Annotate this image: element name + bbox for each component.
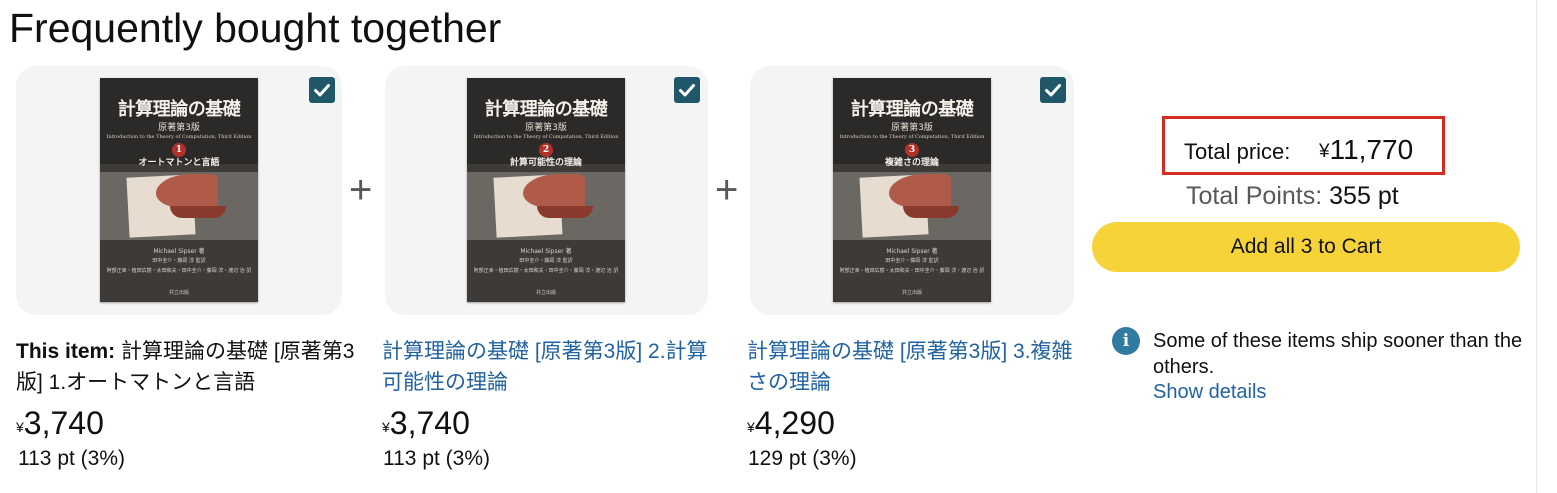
item-points-2: 113 pt (3%)	[383, 447, 490, 470]
plus-separator-1: +	[349, 168, 373, 212]
price-value: 3,740	[23, 405, 104, 441]
cover-translators: 阿部正幸・植田広樹・太田和夫・田中圭介・藤岡 淳・渡辺 治 訳	[106, 268, 252, 274]
total-points-label: Total Points:	[1186, 182, 1323, 210]
book-cover-image[interactable]: 計算理論の基礎 原著第3版 Introduction to the Theory…	[467, 78, 625, 302]
cover-subtitle: 計算可能性の理論	[509, 158, 582, 168]
checkmark-icon	[314, 84, 330, 97]
product-card-2[interactable]: 計算理論の基礎 原著第3版 Introduction to the Theory…	[385, 66, 708, 315]
item-title-1: This item: 計算理論の基礎 [原著第3版] 1.オートマトンと言語	[16, 336, 356, 398]
cover-english-title: Introduction to the Theory of Computatio…	[106, 134, 252, 140]
total-points: Total Points: 355 pt	[1186, 180, 1399, 212]
currency-symbol: ¥	[382, 419, 390, 435]
product-card-3[interactable]: 計算理論の基礎 原著第3版 Introduction to the Theory…	[750, 66, 1074, 315]
cover-title: 計算理論の基礎	[484, 99, 608, 120]
cover-english-title: Introduction to the Theory of Computatio…	[473, 134, 619, 140]
cover-volume-badge: 3	[905, 143, 919, 157]
checkmark-icon	[679, 84, 695, 97]
cover-publisher: 共立出版	[168, 290, 189, 296]
info-icon: i	[1112, 327, 1140, 355]
shipping-note: Some of these items ship sooner than the…	[1153, 330, 1523, 378]
scrollbar-edge	[1536, 0, 1537, 493]
book-cover-image[interactable]: 計算理論の基礎 原著第3版 Introduction to the Theory…	[833, 78, 991, 302]
item-points-1: 113 pt (3%)	[18, 447, 125, 470]
cover-artwork-hull	[537, 206, 593, 218]
cover-publisher: 共立出版	[901, 290, 922, 296]
currency-symbol: ¥	[1319, 141, 1330, 162]
checkmark-icon	[1045, 84, 1061, 97]
item-title-link-3[interactable]: 計算理論の基礎 [原著第3版] 3.複雑さの理論	[747, 336, 1087, 398]
total-points-unit: pt	[1377, 182, 1399, 210]
cover-publisher: 共立出版	[535, 290, 556, 296]
cover-subtitle: 複雑さの理論	[884, 158, 939, 168]
cover-supervisors: 田中圭介・藤岡 淳 監訳	[152, 258, 206, 264]
cover-supervisors: 田中圭介・藤岡 淳 監訳	[885, 258, 939, 264]
item-checkbox-3[interactable]	[1040, 77, 1066, 103]
cover-translators: 阿部正幸・植田広樹・太田和夫・田中圭介・藤岡 淳・渡辺 治 訳	[839, 268, 985, 274]
plus-separator-2: +	[715, 168, 739, 212]
total-points-value: 355	[1329, 182, 1371, 210]
cover-artwork-sail	[156, 174, 218, 208]
price-value: 3,740	[389, 405, 470, 441]
cover-artwork-hull	[170, 206, 226, 218]
cover-artwork-sail	[889, 174, 951, 208]
cover-artwork-hull	[903, 206, 959, 218]
cover-edition: 原著第3版	[891, 123, 933, 133]
currency-symbol: ¥	[747, 419, 755, 435]
info-glyph: i	[1122, 331, 1130, 351]
cover-translators: 阿部正幸・植田広樹・太田和夫・田中圭介・藤岡 淳・渡辺 治 訳	[473, 268, 619, 274]
cover-supervisors: 田中圭介・藤岡 淳 監訳	[519, 258, 573, 264]
total-price-amount: 11,770	[1329, 134, 1414, 165]
cover-volume-badge: 2	[539, 143, 553, 157]
cover-author: Michael Sipser 著	[153, 248, 205, 255]
cover-volume-badge: 1	[172, 143, 186, 157]
cover-author: Michael Sipser 著	[520, 248, 572, 255]
cover-title: 計算理論の基礎	[850, 99, 974, 120]
item-checkbox-1[interactable]	[309, 77, 335, 103]
item-title-link-2[interactable]: 計算理論の基礎 [原著第3版] 2.計算可能性の理論	[382, 336, 722, 398]
item-price-2: ¥3,740	[382, 405, 470, 441]
currency-symbol: ¥	[16, 419, 24, 435]
show-details-link[interactable]: Show details	[1153, 379, 1266, 405]
cover-edition: 原著第3版	[158, 123, 200, 133]
item-checkbox-2[interactable]	[674, 77, 700, 103]
cover-edition: 原著第3版	[525, 123, 567, 133]
cover-author: Michael Sipser 著	[886, 248, 938, 255]
add-all-to-cart-button[interactable]: Add all 3 to Cart	[1092, 222, 1520, 272]
item-price-3: ¥4,290	[747, 405, 835, 441]
price-value: 4,290	[754, 405, 835, 441]
cover-title: 計算理論の基礎	[117, 99, 241, 120]
cover-subtitle: オートマトンと言語	[138, 158, 220, 168]
this-item-label: This item:	[16, 340, 116, 363]
item-price-1: ¥3,740	[16, 405, 104, 441]
total-price-label: Total price:	[1184, 139, 1291, 164]
cover-english-title: Introduction to the Theory of Computatio…	[839, 134, 985, 140]
product-card-1[interactable]: 計算理論の基礎 原著第3版 Introduction to the Theory…	[16, 66, 342, 315]
section-heading: Frequently bought together	[9, 5, 502, 51]
item-points-3: 129 pt (3%)	[748, 447, 857, 470]
cover-artwork-sail	[523, 174, 585, 208]
total-price-value: ¥11,770	[1319, 132, 1413, 172]
book-cover-image[interactable]: 計算理論の基礎 原著第3版 Introduction to the Theory…	[100, 78, 258, 302]
